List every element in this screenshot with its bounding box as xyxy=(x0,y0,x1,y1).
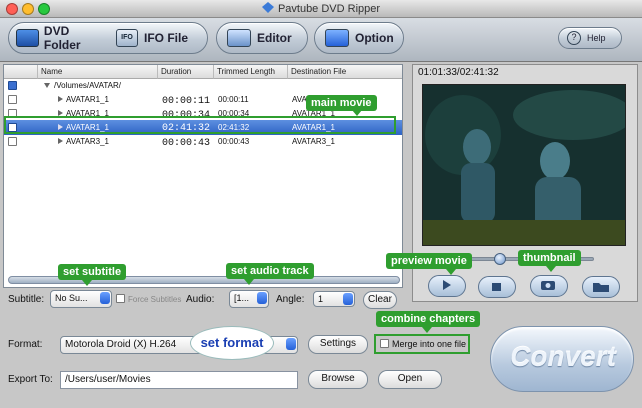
combine-chapters-callout: combine chapters xyxy=(376,311,481,327)
ifo-file-label: IFO File xyxy=(144,31,189,45)
subtitle-select[interactable]: No Su... xyxy=(50,290,112,308)
force-subtitles-checkbox[interactable] xyxy=(116,294,125,303)
row-destination: AVATAR3_1 xyxy=(292,137,335,146)
window-title-text: Pavtube DVD Ripper xyxy=(277,3,381,15)
disclosure-triangle-icon[interactable] xyxy=(44,83,50,88)
angle-value: 1 xyxy=(318,294,324,304)
callout-pointer-icon xyxy=(546,266,556,272)
merge-checkbox[interactable] xyxy=(380,339,389,348)
column-name[interactable]: Name xyxy=(38,65,158,79)
option-button[interactable]: Option xyxy=(314,22,404,54)
ifo-file-button[interactable]: IFO IFO File xyxy=(112,24,206,52)
set-audio-track-callout: set audio track xyxy=(226,263,314,279)
column-check xyxy=(4,65,38,79)
video-preview xyxy=(422,84,626,246)
force-subtitles-label: Force Subtitles xyxy=(128,295,182,304)
column-trimmed-length[interactable]: Trimmed Length xyxy=(214,65,288,79)
main-movie-highlight xyxy=(4,116,396,134)
table-row[interactable]: AVATAR3_1 00:00:43 00:00:43 AVATAR3_1 xyxy=(4,135,402,149)
audio-label: Audio: xyxy=(186,294,215,305)
checkbox[interactable] xyxy=(8,95,17,104)
preview-timecode: 01:01:33/02:41:32 xyxy=(418,67,499,78)
option-settings-icon xyxy=(325,29,349,47)
format-value: Motorola Droid (X) H.264 xyxy=(65,339,177,350)
subtitle-label: Subtitle: xyxy=(8,294,45,305)
callout-pointer-icon xyxy=(422,327,432,333)
root-path: /Volumes/AVATAR/ xyxy=(54,81,121,90)
dvd-folder-label: DVD Folder xyxy=(43,24,81,52)
preview-movie-callout: preview movie xyxy=(386,253,472,269)
help-icon: ? xyxy=(567,31,581,45)
clear-button[interactable]: Clear xyxy=(363,291,397,309)
angle-select[interactable]: 1 xyxy=(313,291,355,307)
main-movie-callout: main movie xyxy=(306,95,377,111)
seek-slider-thumb[interactable] xyxy=(494,253,506,265)
open-button[interactable]: Open xyxy=(378,370,442,389)
row-name: AVATAR1_1 xyxy=(66,95,109,104)
row-duration: 00:00:11 xyxy=(162,96,211,107)
export-path-input[interactable]: /Users/user/Movies xyxy=(60,371,298,389)
video-frame-image xyxy=(423,85,625,245)
play-button[interactable] xyxy=(428,275,466,297)
column-duration[interactable]: Duration xyxy=(158,65,214,79)
snapshot-button[interactable] xyxy=(530,275,568,297)
window-title: Pavtube DVD Ripper xyxy=(0,2,642,15)
audio-value: [1... xyxy=(234,293,250,303)
row-trimmed: 00:00:43 xyxy=(218,137,250,146)
callout-pointer-icon xyxy=(82,280,92,286)
option-label: Option xyxy=(355,31,394,45)
export-label: Export To: xyxy=(8,374,53,385)
merge-label: Merge into one file xyxy=(392,339,467,349)
disclosure-triangle-icon[interactable] xyxy=(58,96,63,102)
list-root-row[interactable]: /Volumes/AVATAR/ xyxy=(4,79,402,93)
camera-icon xyxy=(541,281,555,290)
film-editor-icon xyxy=(227,29,251,47)
row-name: AVATAR3_1 xyxy=(66,137,109,146)
column-destination-file[interactable]: Destination File xyxy=(288,65,402,79)
convert-label: Convert xyxy=(510,341,616,372)
stop-icon xyxy=(492,283,501,291)
editor-button[interactable]: Editor xyxy=(216,22,308,54)
ifo-file-icon: IFO xyxy=(116,29,138,47)
set-format-callout: set format xyxy=(190,326,274,360)
row-duration: 00:00:43 xyxy=(162,138,211,149)
format-label: Format: xyxy=(8,339,43,350)
settings-button[interactable]: Settings xyxy=(308,335,368,354)
help-label: Help xyxy=(587,33,606,43)
thumbnail-callout: thumbnail xyxy=(518,250,581,266)
row-trimmed: 00:00:11 xyxy=(218,95,249,104)
folder-icon xyxy=(16,29,39,47)
stop-button[interactable] xyxy=(478,276,516,298)
angle-label: Angle: xyxy=(276,294,305,305)
dropdown-arrow-icon xyxy=(343,293,353,305)
subtitle-value: No Su... xyxy=(55,293,88,303)
play-icon xyxy=(443,280,451,290)
browse-button[interactable]: Browse xyxy=(308,370,368,389)
checkbox[interactable] xyxy=(8,137,17,146)
editor-label: Editor xyxy=(257,31,292,45)
app-logo-icon xyxy=(261,2,274,13)
dropdown-arrow-icon xyxy=(286,338,296,350)
disclosure-triangle-icon[interactable] xyxy=(58,138,63,144)
dropdown-arrow-icon xyxy=(100,292,110,304)
open-snapshot-folder-button[interactable] xyxy=(582,276,620,298)
convert-button[interactable]: Convert xyxy=(490,326,634,392)
folder-icon xyxy=(593,283,609,292)
callout-pointer-icon xyxy=(244,279,254,285)
audio-select[interactable]: [1... xyxy=(229,290,269,308)
callout-pointer-icon xyxy=(352,110,362,116)
set-subtitle-callout: set subtitle xyxy=(58,264,127,280)
dropdown-arrow-icon xyxy=(257,292,267,304)
dvd-folder-button[interactable]: DVD Folder xyxy=(10,24,106,52)
help-button[interactable]: ? Help xyxy=(558,27,622,49)
checkbox[interactable] xyxy=(8,81,17,90)
